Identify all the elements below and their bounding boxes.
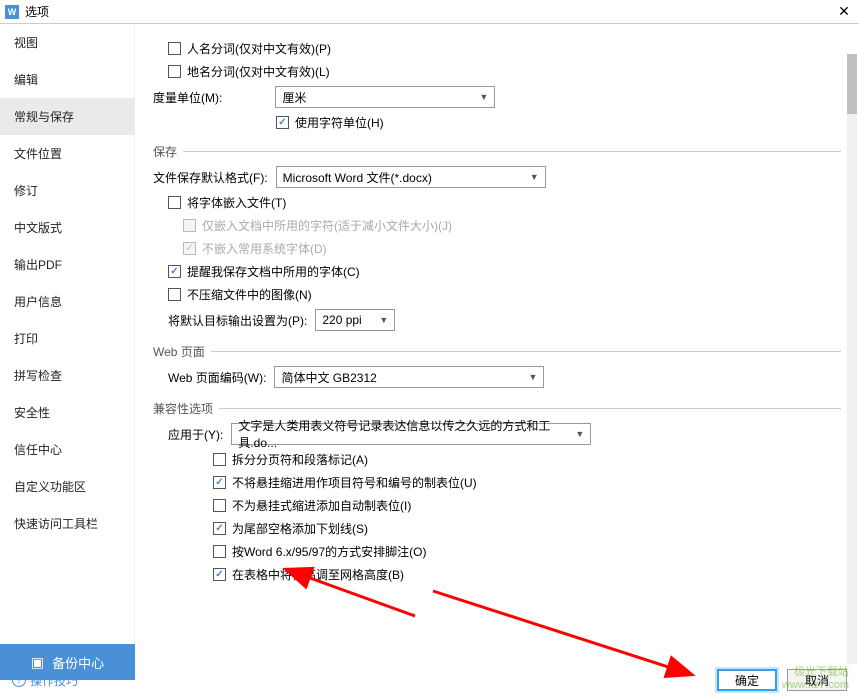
label-web-encoding: Web 页面编码(W):	[168, 369, 266, 386]
checkbox-name-noun[interactable]	[168, 42, 181, 55]
app-icon: W	[5, 5, 19, 19]
watermark-text-2: www.xz7.com	[782, 679, 849, 692]
watermark: 极光下载站 www.xz7.com	[782, 666, 849, 692]
sidebar-item-spellcheck[interactable]: 拼写检查	[0, 357, 134, 394]
checkbox-compat-2[interactable]	[213, 499, 226, 512]
help-tips-label: 操作技巧	[30, 672, 78, 689]
help-tips-link[interactable]: ? 操作技巧	[12, 672, 78, 689]
label-compat-0: 拆分分页符和段落标记(A)	[232, 451, 368, 468]
sidebar-item-security[interactable]: 安全性	[0, 394, 134, 431]
close-icon[interactable]: ✕	[834, 3, 854, 20]
chevron-down-icon: ▼	[575, 429, 584, 439]
sidebar-item-edit[interactable]: 编辑	[0, 61, 134, 98]
main-panel: 人名分词(仅对中文有效)(P) 地名分词(仅对中文有效)(L) 度量单位(M):…	[135, 24, 859, 644]
sidebar-item-user-info[interactable]: 用户信息	[0, 283, 134, 320]
dropdown-unit[interactable]: 厘米 ▼	[275, 86, 495, 108]
sidebar-item-view[interactable]: 视图	[0, 24, 134, 61]
label-embed-font: 将字体嵌入文件(T)	[187, 194, 286, 211]
sidebar-item-file-location[interactable]: 文件位置	[0, 135, 134, 172]
section-compat-header: 兼容性选项	[153, 400, 213, 417]
label-apply-to: 应用于(Y):	[168, 426, 223, 443]
divider	[211, 351, 841, 352]
help-icon: ?	[12, 673, 26, 687]
sidebar-item-revision[interactable]: 修订	[0, 172, 134, 209]
label-char-unit: 使用字符单位(H)	[295, 114, 384, 131]
label-embed-only-used: 仅嵌入文档中所用的字符(适于减小文件大小)(J)	[202, 217, 452, 234]
chevron-down-icon: ▼	[529, 372, 538, 382]
scrollbar-track[interactable]	[847, 54, 857, 664]
checkbox-compat-0[interactable]	[213, 453, 226, 466]
dropdown-resolution-value: 220 ppi	[322, 313, 361, 327]
sidebar-item-output-pdf[interactable]: 输出PDF	[0, 246, 134, 283]
section-web-header: Web 页面	[153, 343, 205, 360]
label-remind-font: 提醒我保存文档中所用的字体(C)	[187, 263, 360, 280]
checkbox-embed-font[interactable]	[168, 196, 181, 209]
label-place-noun: 地名分词(仅对中文有效)(L)	[187, 63, 330, 80]
sidebar-item-trust-center[interactable]: 信任中心	[0, 431, 134, 468]
chevron-down-icon: ▼	[530, 172, 539, 182]
divider	[183, 151, 841, 152]
label-not-embed-sys: 不嵌入常用系统字体(D)	[202, 240, 327, 257]
chevron-down-icon: ▼	[379, 315, 388, 325]
checkbox-compat-1[interactable]	[213, 476, 226, 489]
label-default-format: 文件保存默认格式(F):	[153, 169, 268, 186]
chevron-down-icon: ▼	[479, 92, 488, 102]
checkbox-embed-only-used	[183, 219, 196, 232]
checkbox-compat-3[interactable]	[213, 522, 226, 535]
ok-button[interactable]: 确定	[717, 669, 777, 691]
label-unit: 度量单位(M):	[153, 89, 222, 106]
dropdown-default-format-value: Microsoft Word 文件(*.docx)	[283, 169, 432, 186]
label-compat-5: 在表格中将行高调至网格高度(B)	[232, 566, 404, 583]
checkbox-compat-5[interactable]	[213, 568, 226, 581]
scrollbar-thumb[interactable]	[847, 54, 857, 114]
label-default-res: 将默认目标输出设置为(P):	[168, 312, 307, 329]
label-compat-4: 按Word 6.x/95/97的方式安排脚注(O)	[232, 543, 427, 560]
section-save-header: 保存	[153, 143, 177, 160]
dropdown-default-format[interactable]: Microsoft Word 文件(*.docx) ▼	[276, 166, 546, 188]
sidebar-item-general-save[interactable]: 常规与保存	[0, 98, 134, 135]
label-compat-1: 不将悬挂缩进用作项目符号和编号的制表位(U)	[232, 474, 477, 491]
checkbox-compat-4[interactable]	[213, 545, 226, 558]
sidebar-item-custom-ribbon[interactable]: 自定义功能区	[0, 468, 134, 505]
window-title: 选项	[25, 3, 834, 20]
dropdown-apply-to[interactable]: 文字是人类用表义符号记录表达信息以传之久远的方式和工具.do... ▼	[231, 423, 591, 445]
dropdown-web-encoding-value: 简体中文 GB2312	[281, 369, 376, 386]
dropdown-apply-to-value: 文字是人类用表义符号记录表达信息以传之久远的方式和工具.do...	[238, 417, 584, 451]
divider	[219, 408, 841, 409]
sidebar: 视图 编辑 常规与保存 文件位置 修订 中文版式 输出PDF 用户信息 打印 拼…	[0, 24, 135, 644]
watermark-text-1: 极光下载站	[782, 666, 849, 679]
dropdown-web-encoding[interactable]: 简体中文 GB2312 ▼	[274, 366, 544, 388]
dropdown-unit-value: 厘米	[282, 89, 306, 106]
label-compat-2: 不为悬挂式缩进添加自动制表位(I)	[232, 497, 411, 514]
label-name-noun: 人名分词(仅对中文有效)(P)	[187, 40, 331, 57]
dropdown-resolution[interactable]: 220 ppi ▼	[315, 309, 395, 331]
label-compat-3: 为尾部空格添加下划线(S)	[232, 520, 368, 537]
sidebar-item-quick-toolbar[interactable]: 快速访问工具栏	[0, 505, 134, 542]
label-no-compress: 不压缩文件中的图像(N)	[187, 286, 312, 303]
checkbox-char-unit[interactable]	[276, 116, 289, 129]
checkbox-not-embed-sys	[183, 242, 196, 255]
sidebar-item-print[interactable]: 打印	[0, 320, 134, 357]
checkbox-remind-font[interactable]	[168, 265, 181, 278]
checkbox-place-noun[interactable]	[168, 65, 181, 78]
checkbox-no-compress[interactable]	[168, 288, 181, 301]
sidebar-item-chinese-layout[interactable]: 中文版式	[0, 209, 134, 246]
